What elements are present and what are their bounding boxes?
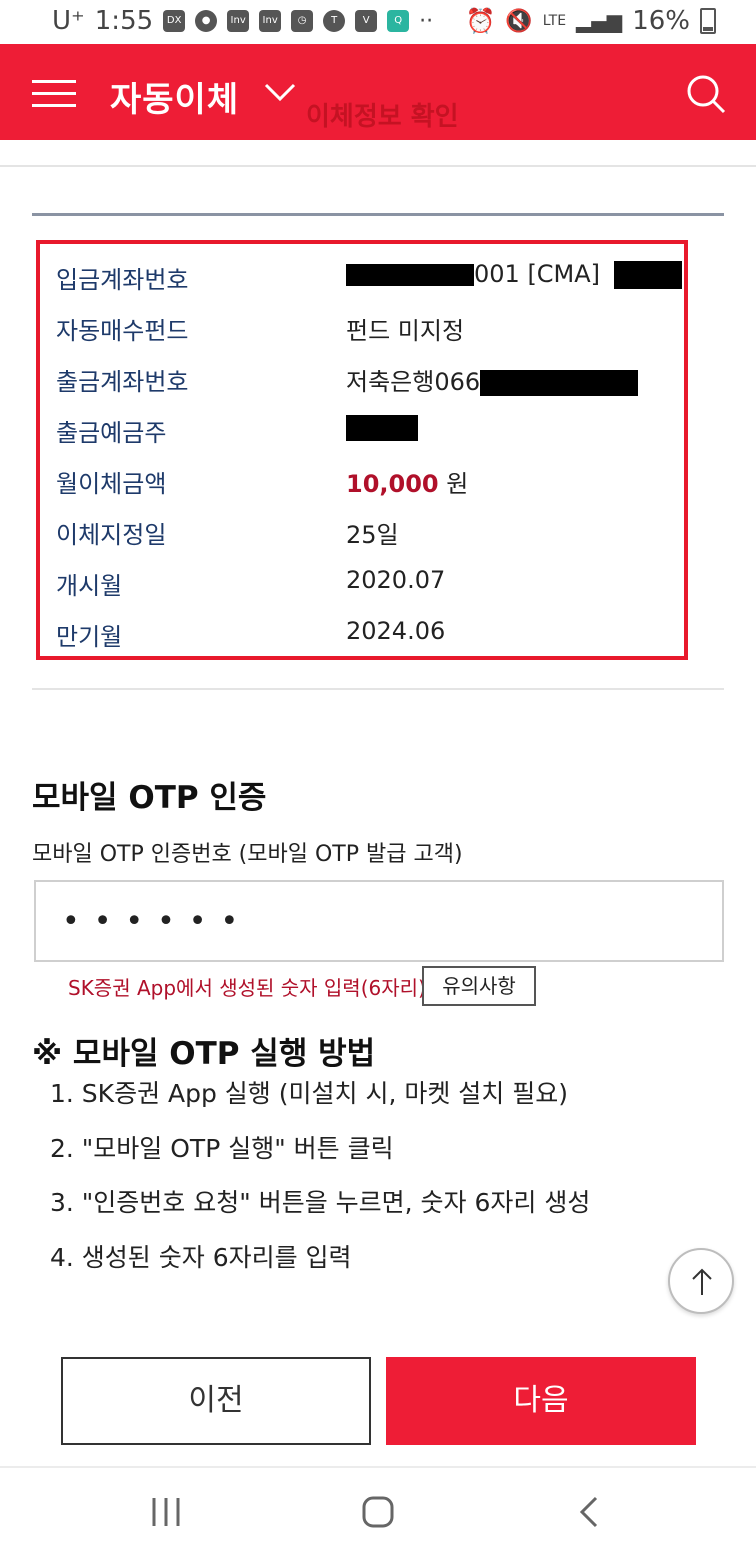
status-bar: U⁺ 1:55 DX ● Inv Inv ◷ T V Q ·· ⏰ 🔇 LTE … (0, 0, 756, 44)
info-label: 월이체금액 (56, 470, 167, 498)
info-row-transfer-day: 이체지정일 25일 (56, 515, 676, 555)
header-ghost-text: 이체정보 확인 (306, 102, 459, 132)
system-nav-bar (0, 1466, 756, 1556)
dx-icon: DX (163, 10, 186, 32)
info-row-start-month: 개시월 2020.07 (56, 566, 676, 606)
redacted-block (346, 264, 474, 286)
method-step: 4. 생성된 숫자 6자리를 입력 (50, 1243, 352, 1272)
info-label: 입금계좌번호 (56, 266, 189, 294)
menu-icon[interactable] (32, 80, 76, 108)
info-value (346, 413, 418, 441)
info-row-withdraw-account: 출금계좌번호 저축은행066 (56, 362, 676, 402)
info-row-monthly-amount: 월이체금액 10,000 원 (56, 464, 676, 504)
otp-method-title: ※ 모바일 OTP 실행 방법 (32, 1036, 376, 1072)
next-button[interactable]: 다음 (386, 1357, 696, 1445)
prev-button[interactable]: 이전 (61, 1357, 371, 1445)
chevron-down-icon[interactable] (262, 74, 298, 110)
info-value: 저축은행066 (346, 362, 639, 397)
battery-percent: 16% (632, 6, 690, 36)
info-label: 출금예금주 (56, 419, 167, 447)
bank-prefix: 저축은행066 (346, 368, 481, 396)
search-icon[interactable] (684, 72, 728, 116)
divider (32, 688, 724, 690)
transfer-info-box: 입금계좌번호 001 [CMA] 자동매수펀드 펀드 미지정 출금계좌번호 저축… (36, 240, 688, 660)
battery-icon (700, 8, 716, 34)
status-left: U⁺ 1:55 DX ● Inv Inv ◷ T V Q ·· (52, 6, 433, 36)
recent-apps-icon[interactable] (146, 1494, 186, 1530)
info-row-auto-fund: 자동매수펀드 펀드 미지정 (56, 311, 676, 351)
redacted-block (346, 415, 418, 441)
page-title: 자동이체 (110, 80, 240, 120)
amount-unit: 원 (446, 470, 469, 498)
signal-icon: ▂▄▆ (576, 9, 623, 33)
method-step: 3. "인증번호 요청" 버튼을 누르면, 숫자 6자리 생성 (50, 1188, 591, 1217)
method-step: 1. SK증권 App 실행 (미설치 시, 마켓 설치 필요) (50, 1079, 568, 1108)
info-label: 개시월 (56, 572, 123, 600)
info-label: 출금계좌번호 (56, 368, 189, 396)
status-right: ⏰ 🔇 LTE ▂▄▆ 16% (465, 6, 716, 36)
caution-button[interactable]: 유의사항 (422, 966, 536, 1006)
otp-field-label: 모바일 OTP 인증번호 (모바일 OTP 발급 고객) (32, 842, 463, 867)
info-value: 25일 (346, 521, 399, 549)
otp-section-title: 모바일 OTP 인증 (32, 780, 267, 816)
vpn-icon: V (355, 10, 378, 32)
info-value: 10,000 원 (346, 464, 468, 499)
otp-input[interactable] (34, 880, 724, 962)
account-suffix: 001 [CMA] (474, 260, 601, 288)
carrier-label: U⁺ (52, 6, 85, 36)
inv-icon: Inv (227, 10, 250, 32)
info-row-deposit-account: 입금계좌번호 001 [CMA] (56, 260, 682, 300)
amount-value: 10,000 (346, 470, 439, 498)
otp-hint: SK증권 App에서 생성된 숫자 입력(6자리) (68, 976, 426, 1000)
method-step: 2. "모바일 OTP 실행" 버튼 클릭 (50, 1134, 394, 1163)
pin-icon: ● (195, 10, 218, 32)
app-header: 자동이체 이체정보 확인 (0, 44, 756, 140)
home-icon[interactable] (358, 1494, 398, 1530)
section-divider (32, 213, 724, 216)
divider (0, 165, 756, 167)
scroll-to-top-button[interactable] (668, 1248, 734, 1314)
info-label: 자동매수펀드 (56, 317, 189, 345)
info-label: 이체지정일 (56, 521, 167, 549)
clock-time: 1:55 (94, 6, 154, 36)
info-row-withdraw-holder: 출금예금주 (56, 413, 676, 453)
more-dots-icon: ·· (419, 8, 434, 34)
info-label: 만기월 (56, 623, 123, 651)
info-value: 001 [CMA] (346, 260, 682, 289)
mute-icon: 🔇 (505, 8, 533, 34)
clock-icon: ◷ (291, 10, 314, 32)
info-value: 2020.07 (346, 566, 446, 594)
talk-icon: T (323, 10, 346, 32)
redacted-block (613, 261, 682, 289)
redacted-block (480, 370, 639, 396)
network-type: LTE (542, 13, 567, 29)
arrow-up-icon (692, 1268, 712, 1295)
info-value: 2024.06 (346, 617, 446, 645)
info-row-end-month: 만기월 2024.06 (56, 617, 676, 657)
inv-icon: Inv (259, 10, 282, 32)
alarm-icon: ⏰ (465, 7, 496, 35)
app-icon: Q (387, 10, 410, 32)
back-icon[interactable] (570, 1494, 610, 1530)
info-value: 펀드 미지정 (346, 317, 465, 345)
